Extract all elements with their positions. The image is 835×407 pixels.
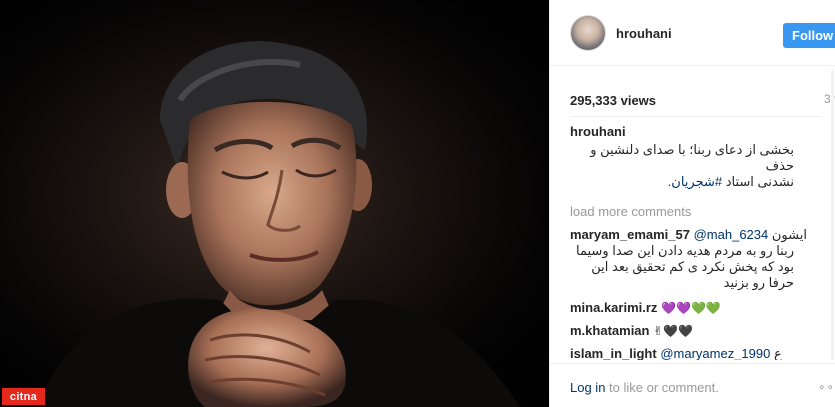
post-footer: Log in to like or comment. ∘∘∘ [550, 363, 835, 407]
load-more-comments-link[interactable]: load more comments [570, 204, 691, 219]
hashtag-link[interactable]: #شجریان [671, 174, 722, 189]
comment-item: m.khatamian ✌🖤🖤 [570, 323, 822, 339]
comment-item: mina.karimi.rz 💜💜💚💚 [570, 300, 822, 316]
divider [570, 116, 822, 117]
comment-text-inline: ع [770, 346, 782, 360]
login-prompt: Log in to like or comment. [570, 380, 719, 395]
comment-body: ربنا رو به مردم هدیه دادن این صدا وسیما … [576, 243, 794, 290]
caption-username[interactable]: hrouhani [570, 124, 822, 139]
comment-text-inline: ایشون [768, 227, 807, 242]
comment-item: maryam_emami_57 @mah_6234 ایشون ربنا رو … [570, 227, 822, 291]
avatar[interactable] [570, 15, 606, 51]
comments-scrollbar[interactable] [831, 70, 834, 360]
comment-mention[interactable]: @maryamez_1990 [660, 346, 770, 360]
comment-username[interactable]: maryam_emami_57 [570, 227, 690, 242]
caption-line-2-text: نشدنی استاد [722, 174, 794, 189]
comment-username[interactable]: m.khatamian [570, 323, 649, 338]
view-count: 295,333 views [570, 93, 657, 108]
victory-heart-emoji-icon: ✌🖤🖤 [653, 324, 694, 338]
caption-line-2: نشدنی استاد #شجریان. [570, 174, 794, 190]
caption-text: بخشی از دعای ربنا؛ با صدای دلنشین و حذف … [570, 142, 794, 190]
comment-username[interactable]: islam_in_light [570, 346, 657, 360]
more-options-icon[interactable]: ∘∘∘ [818, 380, 835, 394]
post-header: hrouhani Follow [550, 0, 835, 66]
username-link[interactable]: hrouhani [616, 26, 672, 41]
caption: hrouhani بخشی از دعای ربنا؛ با صدای دلنش… [570, 124, 822, 190]
login-prompt-text: to like or comment. [605, 380, 719, 395]
comment-mention[interactable]: @mah_6234 [694, 227, 769, 242]
portrait-illustration [40, 41, 520, 407]
comment-item: islam_in_light @maryamez_1990 ع [570, 346, 822, 360]
comment-username[interactable]: mina.karimi.rz [570, 300, 657, 315]
follow-button[interactable]: Follow [783, 23, 835, 48]
login-link[interactable]: Log in [570, 380, 605, 395]
post-image[interactable]: citna [0, 0, 549, 407]
post-sidebar: hrouhani Follow 295,333 views 3h hrouhan… [549, 0, 835, 407]
caption-line-1: بخشی از دعای ربنا؛ با صدای دلنشین و حذف [590, 142, 794, 173]
heart-emoji-icon: 💜💜💚💚 [661, 301, 721, 315]
watermark-logo: citna [2, 388, 45, 405]
views-row: 295,333 views 3h [570, 92, 835, 110]
